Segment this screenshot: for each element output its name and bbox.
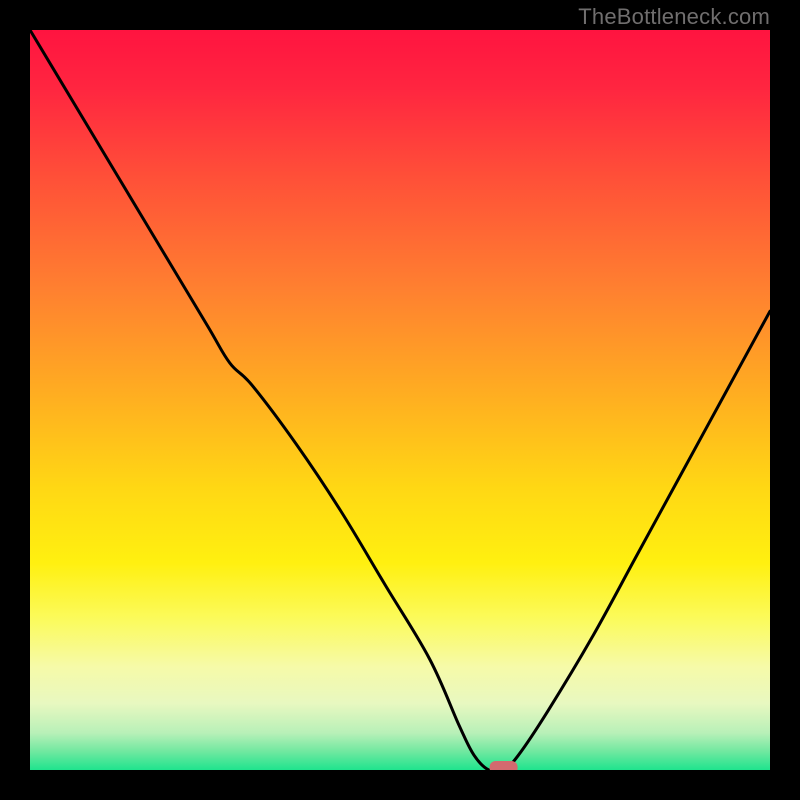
gradient-rect	[30, 30, 770, 770]
optimal-marker	[490, 761, 518, 770]
chart-frame: TheBottleneck.com	[0, 0, 800, 800]
watermark-text: TheBottleneck.com	[578, 4, 770, 30]
plot-area	[30, 30, 770, 770]
chart-svg	[30, 30, 770, 770]
